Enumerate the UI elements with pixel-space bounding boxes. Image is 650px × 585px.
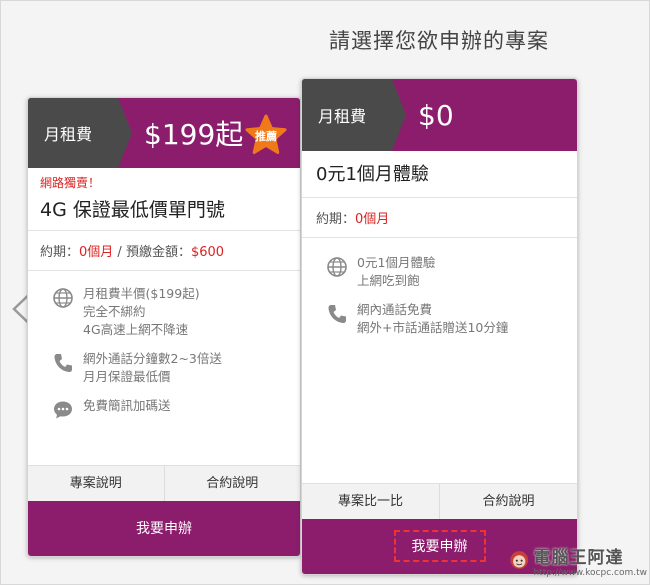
feature-line: 月租費半價($199起) — [83, 286, 200, 301]
feature-item: 0元1個月體驗 上網吃到飽 — [326, 254, 577, 290]
compare-plans-button[interactable]: 專案比一比 — [302, 484, 439, 519]
plan-card-0: 月租費 $0 0元1個月體驗 約期：0個月 0元1個月體驗 上網吃到飽 網內通話… — [301, 78, 578, 575]
feature-item: 免費簡訊加碼送 — [52, 397, 300, 421]
plan-terms: 約期：0個月 / 預繳金額：$600 — [28, 231, 300, 271]
promo-text: 網路獨賣！ — [40, 176, 101, 190]
phone-icon — [326, 303, 348, 325]
feature-list: 0元1個月體驗 上網吃到飽 網內通話免費 網外+市話通話贈送10分鐘 — [302, 238, 577, 337]
badge-label: 推薦 — [255, 130, 277, 143]
contract-details-button[interactable]: 合約說明 — [163, 466, 301, 501]
feature-item: 網外通話分鐘數2~3倍送 月月保證最低價 — [52, 350, 300, 386]
prepay-label: 預繳金額： — [125, 245, 191, 260]
plan-price: $199起 — [144, 118, 244, 151]
globe-icon — [326, 256, 348, 278]
watermark-url: http://www.kocpc.com.tw — [533, 567, 647, 578]
watermark-title: 電腦王阿達 — [533, 547, 624, 568]
card-action-row: 專案比一比 合約說明 — [302, 483, 577, 519]
plan-name: 4G 保證最低價單門號 — [40, 199, 225, 221]
phone-icon — [52, 352, 74, 374]
page-title: 請選擇您欲申辦的專案 — [329, 29, 549, 53]
plan-details-button[interactable]: 專案說明 — [28, 466, 164, 501]
plan-name: 0元1個月體驗 — [316, 164, 429, 185]
terms-separator: / — [113, 245, 126, 260]
plan-terms: 約期：0個月 — [302, 198, 577, 238]
feature-line: 上網吃到飽 — [357, 273, 420, 288]
chat-bubble-icon — [52, 399, 74, 421]
feature-line: 免費簡訊加碼送 — [83, 398, 171, 413]
feature-line: 月月保證最低價 — [83, 369, 171, 384]
watermark: 電腦王阿達 http://www.kocpc.com.tw — [509, 538, 647, 582]
prepay-value: $600 — [190, 245, 225, 260]
feature-item: 網內通話免費 網外+市話通話贈送10分鐘 — [326, 301, 577, 337]
period-value: 0個月 — [79, 245, 114, 260]
card-header: 月租費 $199起 推薦 — [28, 98, 300, 168]
feature-item: 月租費半價($199起) 完全不綁約 4G高速上網不降速 — [52, 285, 300, 339]
contract-details-button[interactable]: 合約說明 — [439, 484, 577, 519]
apply-button[interactable]: 我要申辦 — [28, 501, 300, 556]
plan-card-199: 月租費 $199起 推薦 網路獨賣！ 4G 保證最低價單門號 約期：0個月 / … — [27, 97, 301, 557]
feature-line: 0元1個月體驗 — [357, 255, 436, 270]
card-action-row: 專案說明 合約說明 — [28, 465, 300, 501]
mascot-icon — [510, 551, 529, 569]
period-label: 約期： — [40, 245, 80, 260]
recommend-badge: 推薦 — [244, 114, 288, 156]
feature-line: 完全不綁約 — [83, 304, 146, 319]
plan-info: 0元1個月體驗 — [302, 151, 577, 198]
feature-line: 網外通話分鐘數2~3倍送 — [83, 351, 222, 366]
feature-line: 網內通話免費 — [357, 302, 433, 317]
period-label: 約期： — [316, 212, 356, 227]
feature-line: 網外+市話通話贈送10分鐘 — [357, 320, 509, 335]
feature-line: 4G高速上網不降速 — [83, 322, 189, 337]
fee-label: 月租費 — [302, 79, 406, 151]
period-value: 0個月 — [355, 212, 390, 227]
fee-label: 月租費 — [28, 98, 132, 168]
feature-list: 月租費半價($199起) 完全不綁約 4G高速上網不降速 網外通話分鐘數2~3倍… — [28, 271, 300, 421]
plan-info: 網路獨賣！ 4G 保證最低價單門號 — [28, 168, 300, 231]
apply-button[interactable]: 我要申辦 — [393, 530, 486, 562]
globe-icon — [52, 287, 74, 309]
card-header: 月租費 $0 — [302, 79, 577, 151]
plan-price: $0 — [418, 98, 454, 132]
